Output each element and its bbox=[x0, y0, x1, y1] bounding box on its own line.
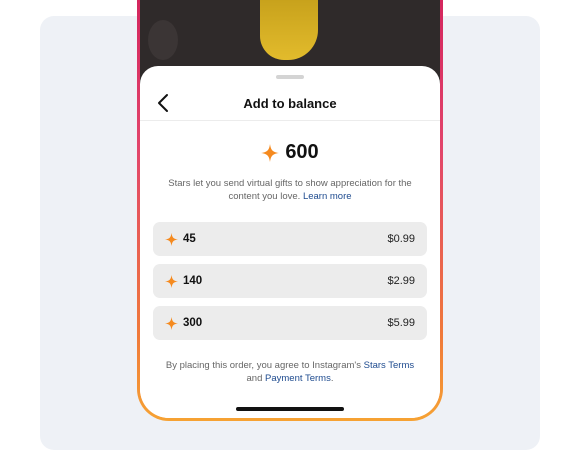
phone-screen: Add to balance 600 Stars let you send vi… bbox=[140, 0, 440, 418]
backdrop-shadow bbox=[148, 20, 178, 60]
star-icon bbox=[261, 143, 280, 162]
payment-terms-link[interactable]: Payment Terms bbox=[265, 373, 331, 384]
terms-footer: By placing this order, you agree to Inst… bbox=[152, 359, 428, 385]
description-text: Stars let you send virtual gifts to show… bbox=[168, 178, 412, 202]
bottom-sheet: Add to balance 600 Stars let you send vi… bbox=[140, 66, 440, 418]
option-price: $5.99 bbox=[387, 317, 415, 329]
stars-terms-link[interactable]: Stars Terms bbox=[364, 360, 415, 371]
star-options-list: 45 $0.99 140 $2.99 300 $5.99 bbox=[153, 222, 427, 348]
star-option-300[interactable]: 300 $5.99 bbox=[153, 306, 427, 340]
star-icon bbox=[165, 232, 178, 246]
option-price: $2.99 bbox=[387, 275, 415, 287]
phone-frame: Add to balance 600 Stars let you send vi… bbox=[137, 0, 443, 421]
star-option-140[interactable]: 140 $2.99 bbox=[153, 264, 427, 298]
option-amount: 140 bbox=[183, 275, 203, 287]
option-amount: 45 bbox=[183, 233, 196, 245]
star-option-45[interactable]: 45 $0.99 bbox=[153, 222, 427, 256]
terms-prefix: By placing this order, you agree to Inst… bbox=[165, 360, 361, 371]
star-icon bbox=[165, 274, 178, 288]
option-amount: 300 bbox=[183, 317, 203, 329]
option-price: $0.99 bbox=[387, 233, 415, 245]
page: Add to balance 600 Stars let you send vi… bbox=[0, 0, 577, 468]
backdrop-figure bbox=[260, 0, 318, 60]
sheet-title: Add to balance bbox=[243, 96, 337, 111]
star-icon bbox=[165, 316, 178, 330]
home-indicator[interactable] bbox=[236, 407, 344, 411]
learn-more-link[interactable]: Learn more bbox=[303, 191, 352, 202]
star-balance: 600 bbox=[140, 141, 440, 164]
sheet-header: Add to balance bbox=[140, 88, 440, 121]
terms-suffix: . bbox=[330, 373, 334, 384]
terms-and: and bbox=[246, 373, 263, 384]
balance-value: 600 bbox=[285, 141, 319, 163]
sheet-grabber[interactable] bbox=[276, 75, 304, 79]
stars-description: Stars let you send virtual gifts to show… bbox=[160, 177, 420, 203]
